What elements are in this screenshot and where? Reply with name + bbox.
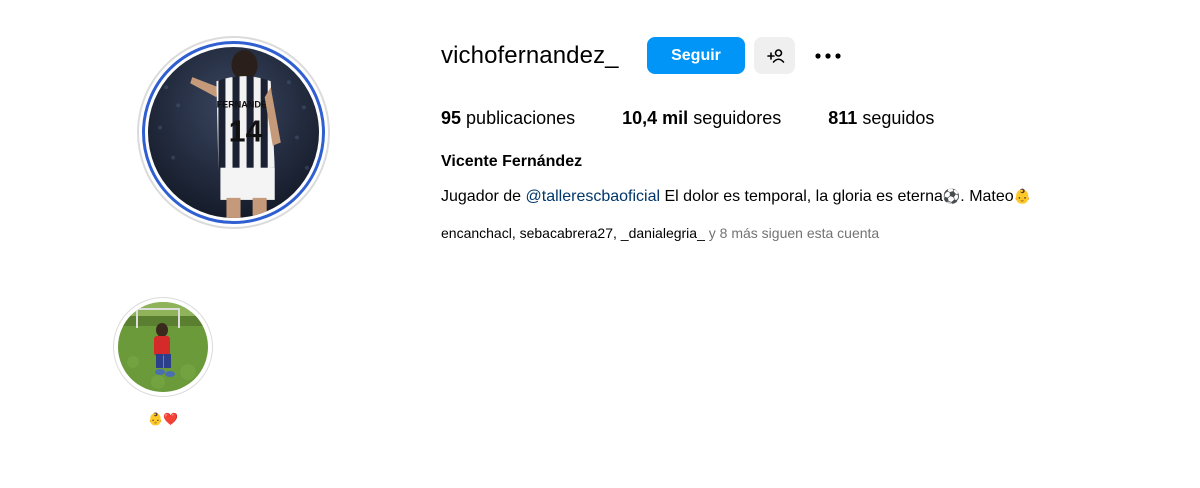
bio: Jugador de @tallerescbaoficial El dolor … <box>441 188 1031 206</box>
highlight-cover <box>118 302 208 392</box>
profile-avatar[interactable]: FERNANDEZ 14 <box>137 36 330 229</box>
full-name: Vicente Fernández <box>441 153 583 170</box>
bio-text-2: . Mateo <box>960 188 1014 205</box>
jersey-number: 14 <box>229 116 263 149</box>
story-ring: FERNANDEZ 14 <box>142 41 325 224</box>
story-highlight[interactable]: 👶❤️ <box>113 297 213 427</box>
followed-by-user[interactable]: _danialegria_ <box>621 225 705 241</box>
avatar-photo: FERNANDEZ 14 <box>148 47 319 218</box>
more-options-icon <box>815 52 841 59</box>
posts-count: 95 publicaciones <box>441 108 576 128</box>
more-options-button[interactable] <box>812 37 844 74</box>
followed-by-user[interactable]: encanchacl <box>441 225 512 241</box>
following-count[interactable]: 811 seguidos <box>828 108 934 129</box>
followed-by-user[interactable]: sebacabrera27 <box>520 225 613 241</box>
baby-icon: 👶 <box>1013 189 1032 205</box>
username: vichofernandez_ <box>441 42 619 69</box>
followers-count[interactable]: 10,4 mil seguidores <box>622 108 781 129</box>
jersey-name: FERNANDEZ <box>217 99 273 109</box>
add-person-icon <box>766 48 784 63</box>
follow-button[interactable]: Seguir <box>647 37 745 74</box>
bio-mention-link[interactable]: @tallerescbaoficial <box>526 188 661 205</box>
bio-prefix: Jugador de <box>441 188 526 205</box>
highlight-label: 👶❤️ <box>148 412 178 426</box>
bio-text: El dolor es temporal, la gloria es etern… <box>660 188 943 205</box>
profile-stats: 95 publicaciones 10,4 mil seguidores 811… <box>441 108 981 129</box>
suggested-accounts-button[interactable] <box>754 37 795 74</box>
soccer-ball-icon: ⚽ <box>942 189 961 205</box>
highlight-ring <box>113 297 213 397</box>
followed-by: encanchacl, sebacabrera27, _danialegria_… <box>441 225 880 241</box>
profile-header: vichofernandez_ <box>441 37 619 75</box>
followed-by-more[interactable]: y 8 más siguen esta cuenta <box>709 225 879 241</box>
